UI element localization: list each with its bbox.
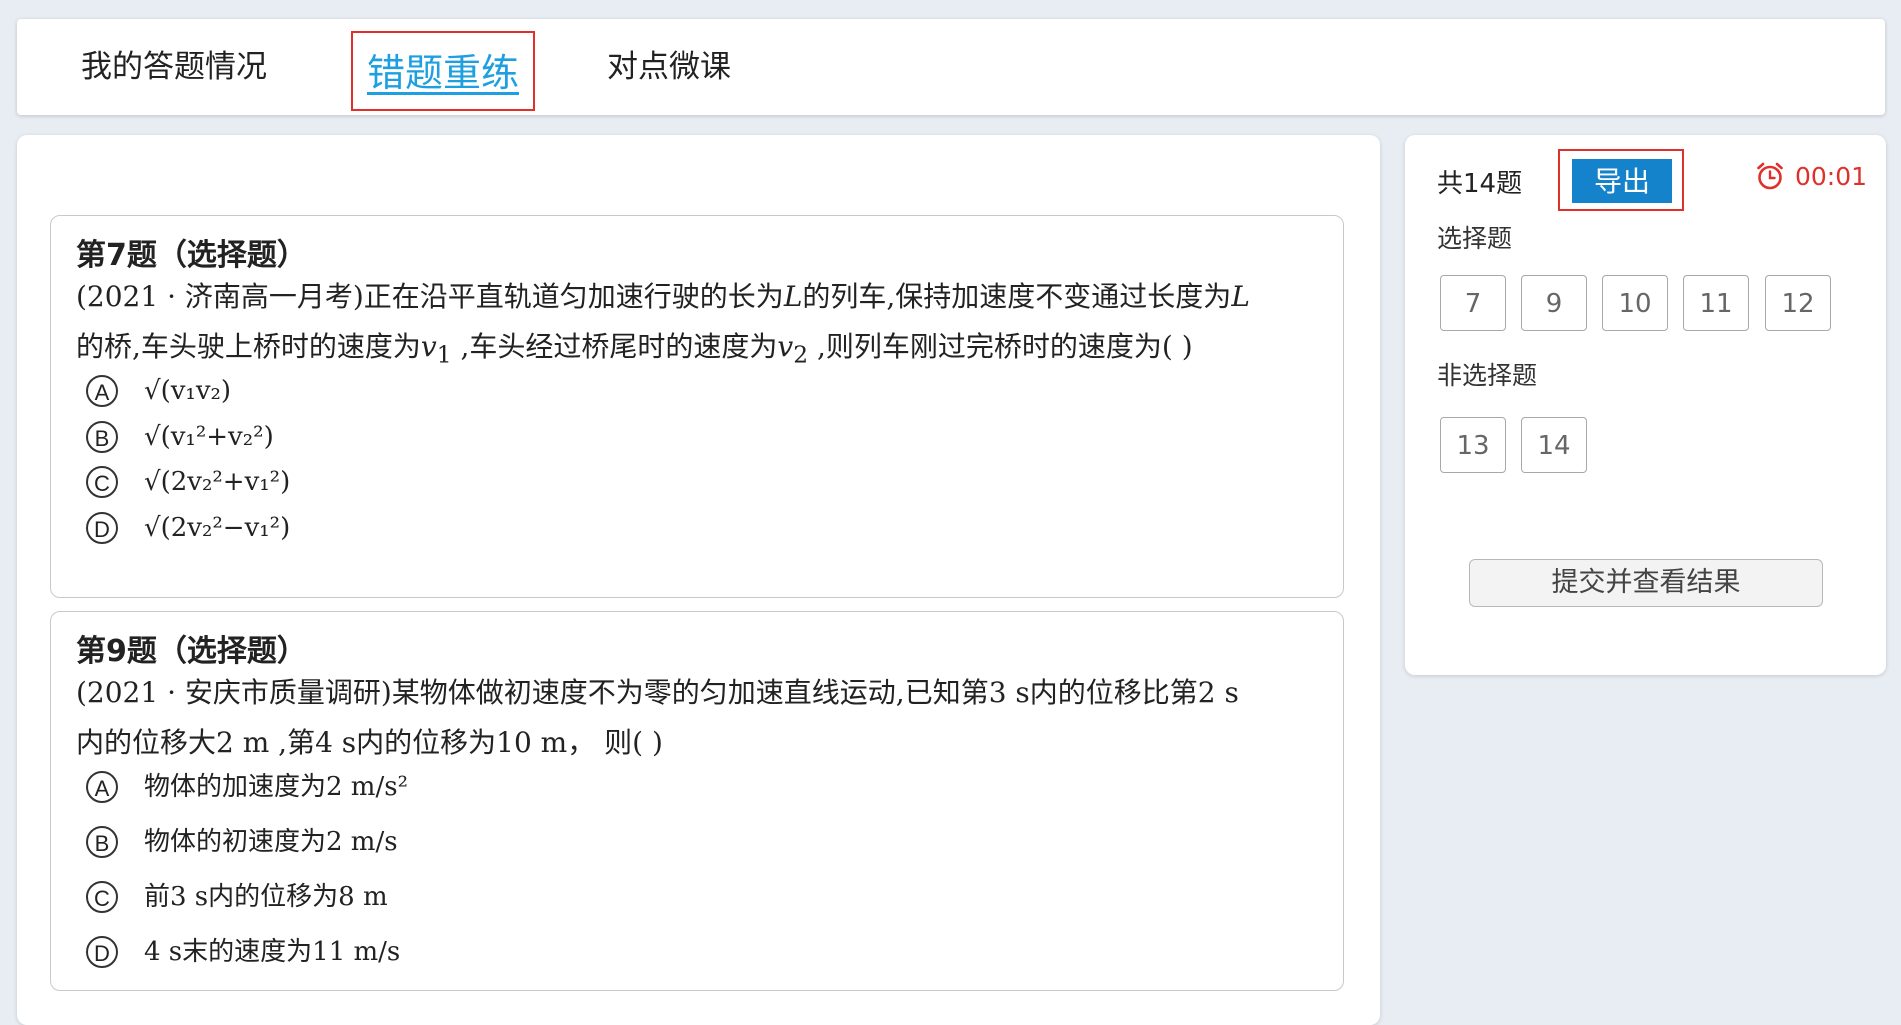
question-text-part: ,则列车刚过完桥时的速度为( ): [808, 330, 1193, 363]
option-text: √(v₁v₂): [144, 376, 232, 406]
question-title: 第9题（选择题）: [76, 634, 307, 669]
question-text-var: v: [777, 330, 794, 363]
alarm-clock-icon: [1757, 162, 1783, 190]
tab-wrong-question-practice[interactable]: 错题重练: [351, 31, 536, 111]
question-nav-button[interactable]: 11: [1683, 275, 1749, 331]
question-text-part: ,车头经过桥尾时的速度为: [451, 330, 778, 363]
tab-micro-lessons[interactable]: 对点微课: [607, 19, 731, 115]
option-letter: D: [86, 936, 118, 968]
question-nav-button[interactable]: 13: [1440, 417, 1506, 473]
question-text-part: 的桥,车头驶上桥时的速度为: [76, 330, 421, 363]
submit-and-view-results-button[interactable]: 提交并查看结果: [1469, 559, 1823, 607]
question-text: (2021 · 安庆市质量调研)某物体做初速度不为零的匀加速直线运动,已知第3 …: [76, 668, 1323, 768]
total-count: 共14题: [1437, 169, 1523, 199]
option-letter: B: [86, 826, 118, 858]
option-text: 4 s末的速度为11 m/s: [144, 937, 401, 967]
question-text-var: L: [1231, 280, 1250, 313]
option-text: 物体的加速度为2 m/s²: [144, 772, 408, 802]
question-list-panel: 第7题（选择题） (2021 · 济南高一月考)正在沿平直轨道匀加速行驶的长为L…: [17, 135, 1380, 1025]
tab-my-answers[interactable]: 我的答题情况: [81, 19, 267, 115]
timer: 00:01: [1755, 161, 1867, 191]
tab-wrong-question-practice-label: 错题重练: [367, 51, 520, 95]
top-tab-bar: 我的答题情况 错题重练 对点微课: [17, 19, 1885, 115]
nonchoice-section-label: 非选择题: [1437, 361, 1538, 390]
question-card: 第9题（选择题） (2021 · 安庆市质量调研)某物体做初速度不为零的匀加速直…: [50, 611, 1344, 991]
option-letter: D: [86, 512, 118, 544]
option-d[interactable]: D √(2v₂²−v₁²): [86, 505, 290, 549]
timer-value: 00:01: [1795, 161, 1868, 191]
question-nav-button[interactable]: 9: [1521, 275, 1587, 331]
export-button[interactable]: 导出: [1572, 159, 1672, 203]
question-text-sub: 2: [793, 340, 809, 369]
answer-sheet-panel: 共14题 导出 00:01 选择题 7 9 10 11 12 非选择题 13 1…: [1405, 135, 1886, 675]
option-b[interactable]: B 物体的初速度为2 m/s: [86, 819, 398, 863]
question-title: 第7题（选择题）: [76, 238, 307, 273]
option-c[interactable]: C √(2v₂²+v₁²): [86, 459, 290, 503]
option-letter: C: [86, 466, 118, 498]
option-text: √(v₁²+v₂²): [144, 422, 274, 452]
option-letter: A: [86, 771, 118, 803]
question-nav-button[interactable]: 10: [1602, 275, 1668, 331]
question-nav-button[interactable]: 7: [1440, 275, 1506, 331]
question-text-part: (2021 · 安庆市质量调研)某物体做初速度不为零的匀加速直线运动,已知第3 …: [76, 676, 1239, 709]
question-text-var: L: [783, 280, 803, 313]
option-text: √(2v₂²−v₁²): [144, 513, 291, 543]
option-a[interactable]: A 物体的加速度为2 m/s²: [86, 764, 408, 808]
option-a[interactable]: A √(v₁v₂): [86, 368, 231, 412]
choice-section-label: 选择题: [1437, 224, 1513, 253]
question-text-part: 内的位移大2 m ,第4 s内的位移为10 m， 则( ): [76, 726, 663, 759]
option-letter: C: [86, 881, 118, 913]
option-letter: B: [86, 421, 118, 453]
question-text-sub: 1: [436, 340, 452, 369]
question-text-var: v: [420, 330, 437, 363]
option-text: 前3 s内的位移为8 m: [144, 882, 388, 912]
option-letter: A: [86, 375, 118, 407]
option-b[interactable]: B √(v₁²+v₂²): [86, 414, 274, 458]
question-text-part: 的列车,保持加速度不变通过长度为: [802, 280, 1232, 313]
question-text-part: (2021 · 济南高一月考)正在沿平直轨道匀加速行驶的长为: [76, 280, 784, 313]
active-tab-underline: [367, 92, 520, 95]
option-d[interactable]: D 4 s末的速度为11 m/s: [86, 929, 400, 973]
export-highlight: 导出: [1558, 149, 1684, 211]
option-text: 物体的初速度为2 m/s: [144, 827, 398, 857]
question-card: 第7题（选择题） (2021 · 济南高一月考)正在沿平直轨道匀加速行驶的长为L…: [50, 215, 1344, 598]
question-nav-button[interactable]: 12: [1765, 275, 1831, 331]
question-text: (2021 · 济南高一月考)正在沿平直轨道匀加速行驶的长为L的列车,保持加速度…: [76, 272, 1323, 380]
question-nav-button[interactable]: 14: [1521, 417, 1587, 473]
option-text: √(2v₂²+v₁²): [144, 467, 291, 497]
option-c[interactable]: C 前3 s内的位移为8 m: [86, 874, 388, 918]
